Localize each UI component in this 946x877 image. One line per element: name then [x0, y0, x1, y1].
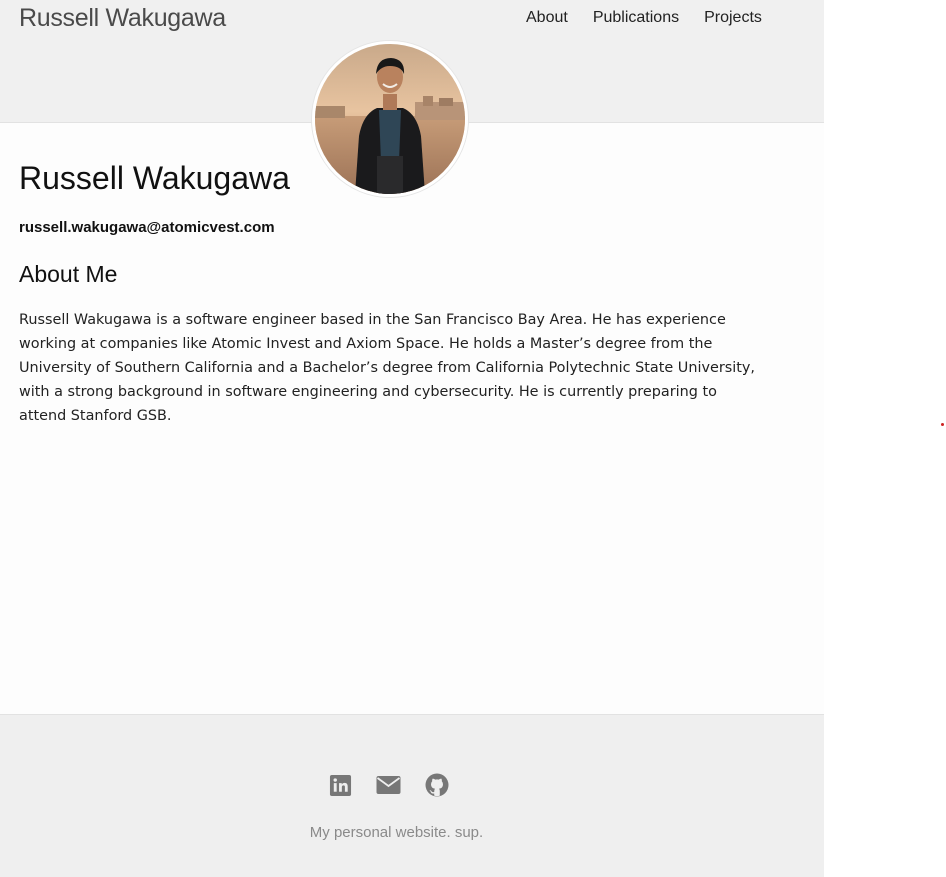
- github-link[interactable]: [425, 773, 449, 801]
- linkedin-icon: [329, 774, 352, 796]
- mail-icon: [376, 776, 401, 794]
- avatar: [312, 41, 468, 197]
- site-brand-link[interactable]: Russell Wakugawa: [19, 4, 226, 33]
- github-icon: [425, 773, 449, 797]
- red-dot-marker: [941, 423, 944, 426]
- social-links: [329, 773, 449, 801]
- email-link[interactable]: russell.wakugawa@atomicvest.com: [19, 219, 275, 236]
- profile-photo: [315, 44, 465, 194]
- about-paragraph: Russell Wakugawa is a software engineer …: [19, 312, 755, 424]
- page-title: Russell Wakugawa: [19, 160, 290, 196]
- nav-link-projects[interactable]: Projects: [704, 9, 762, 27]
- nav-link-about[interactable]: About: [526, 9, 568, 27]
- nav-link-publications[interactable]: Publications: [593, 9, 679, 27]
- main-nav: About Publications Projects: [526, 9, 787, 27]
- linkedin-link[interactable]: [329, 774, 352, 801]
- site-footer: My personal website. sup.: [0, 714, 824, 877]
- email-icon-link[interactable]: [376, 775, 401, 799]
- page: Russell Wakugawa About Publications Proj…: [0, 0, 824, 877]
- about-heading: About Me: [19, 261, 118, 287]
- footer-tagline: My personal website. sup.: [309, 824, 484, 841]
